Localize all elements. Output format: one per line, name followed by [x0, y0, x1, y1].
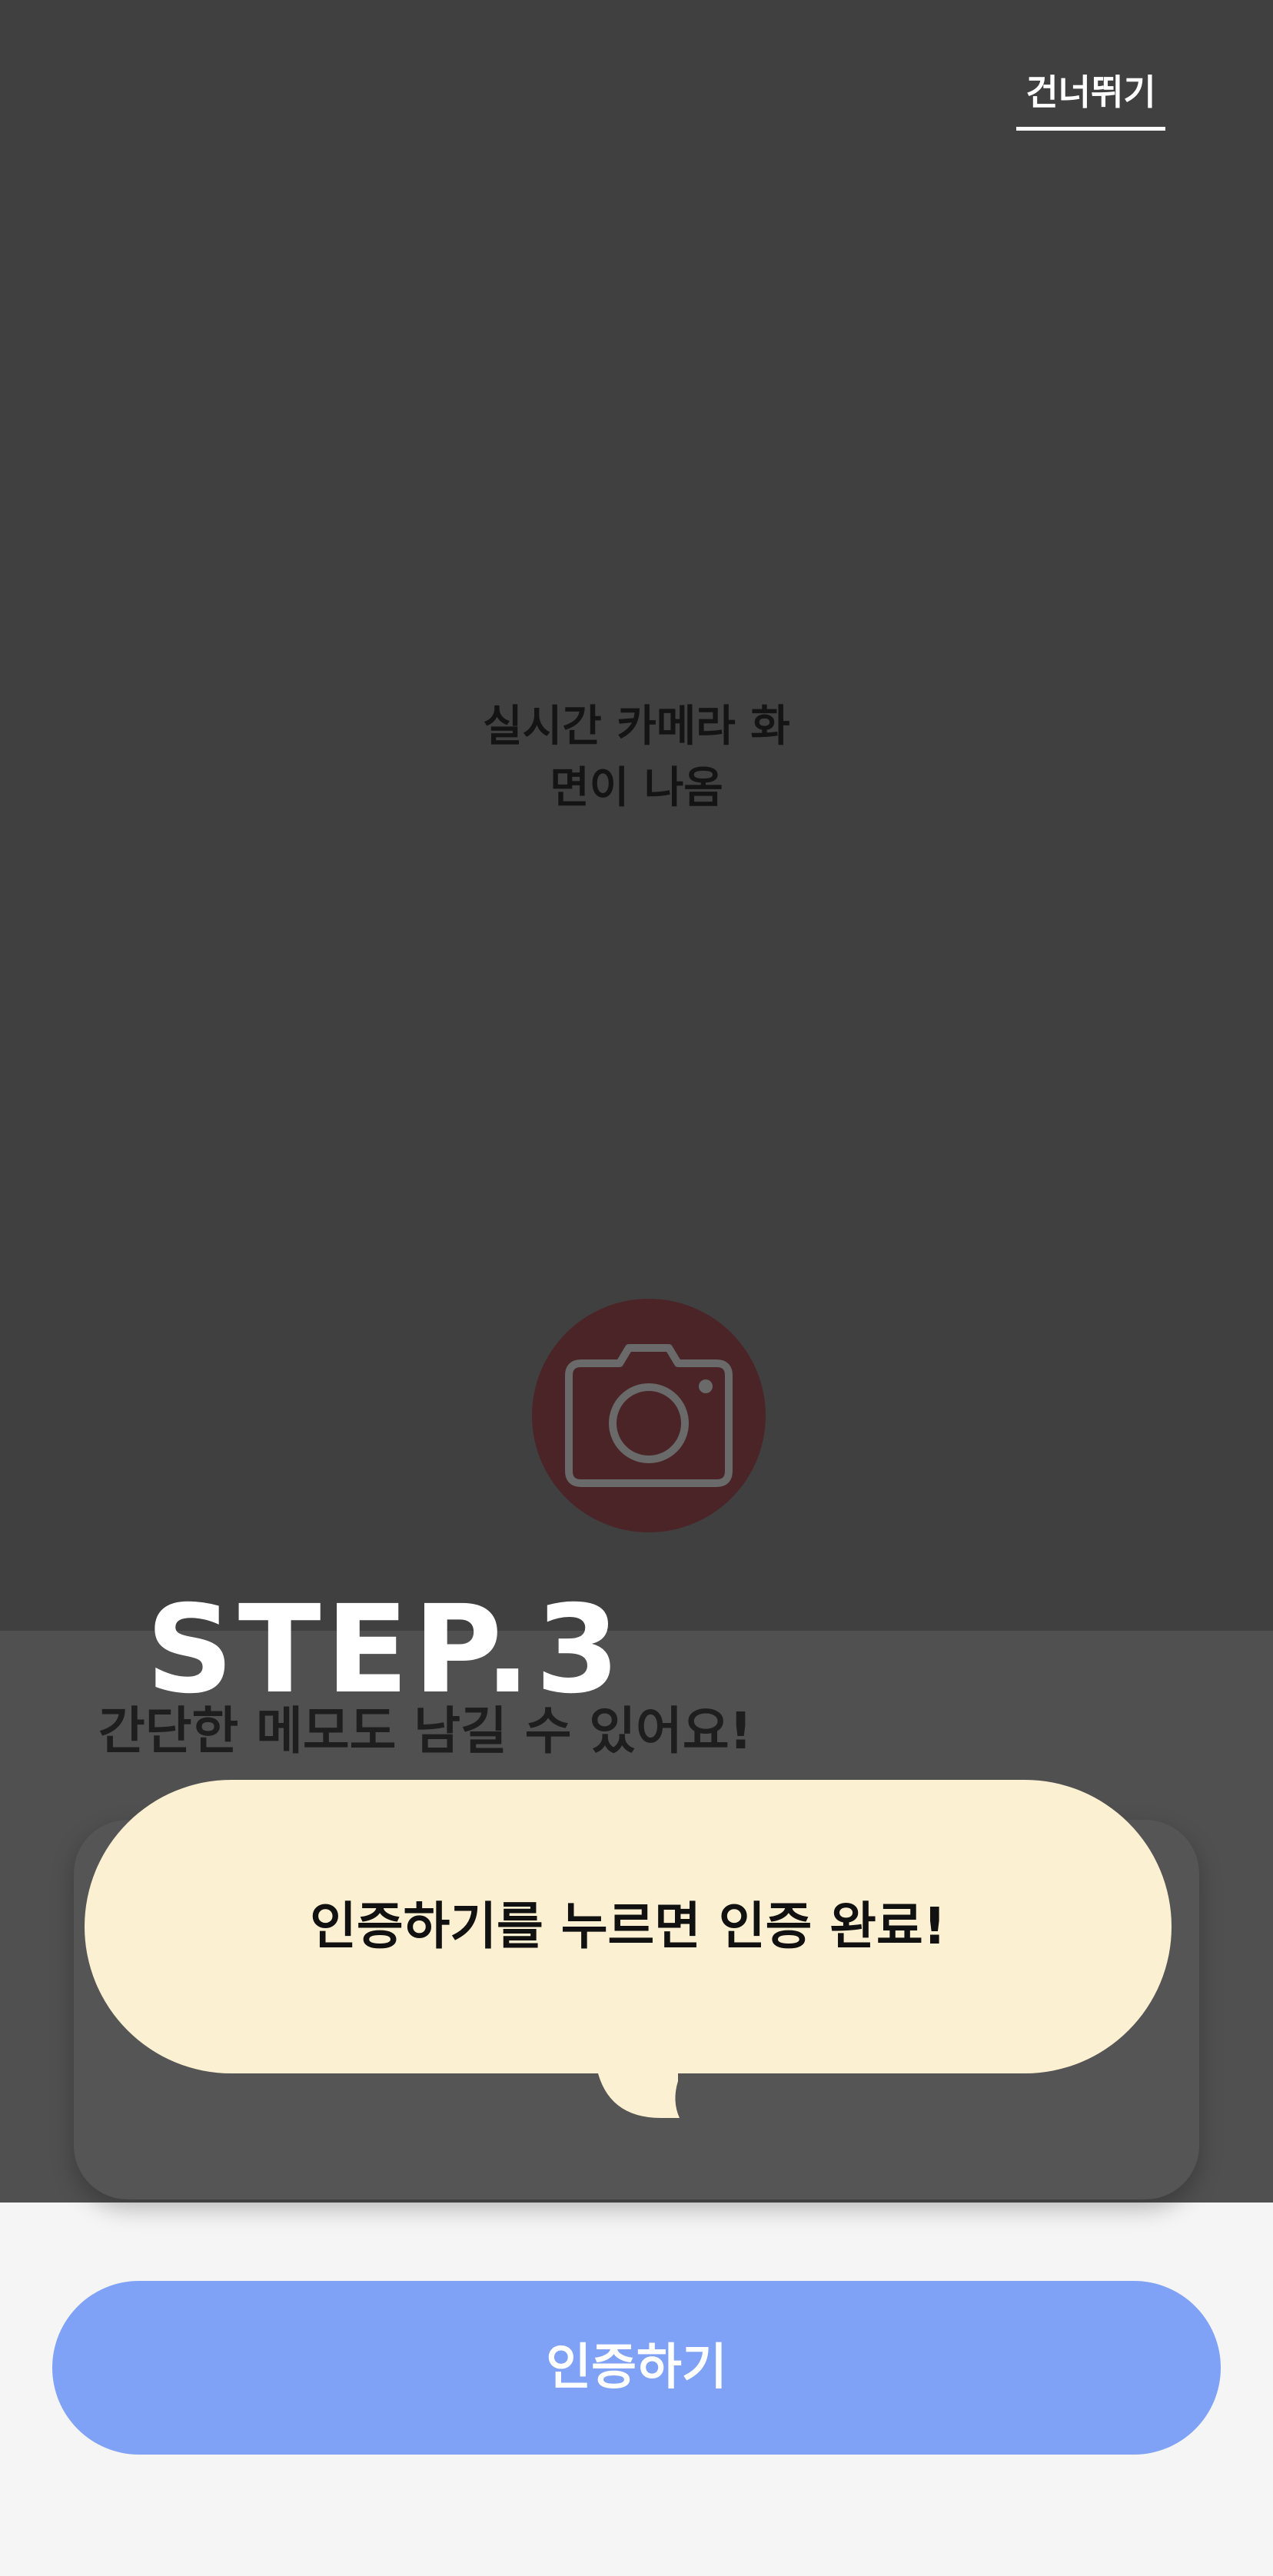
camera-icon	[565, 1344, 733, 1487]
camera-placeholder-text: 실시간 카메라 화 면이 나옴	[406, 696, 867, 819]
tooltip-bubble: 인증하기를 누르면 인증 완료!	[85, 1780, 1172, 2073]
verify-button[interactable]: 인증하기	[52, 2281, 1221, 2455]
step-title: STEP.3	[146, 1579, 625, 1721]
camera-placeholder-line-2: 면이 나옴	[550, 763, 723, 813]
tooltip-tail	[597, 2067, 680, 2118]
step-description: 간단한 메모도 남길 수 있어요!	[98, 1701, 753, 1761]
camera-placeholder-line-1: 실시간 카메라 화	[483, 702, 790, 752]
skip-button[interactable]: 건너뛰기	[1016, 61, 1165, 131]
tooltip-text: 인증하기를 누르면 인증 완료!	[310, 1897, 946, 1956]
shutter-button[interactable]	[532, 1299, 766, 1532]
